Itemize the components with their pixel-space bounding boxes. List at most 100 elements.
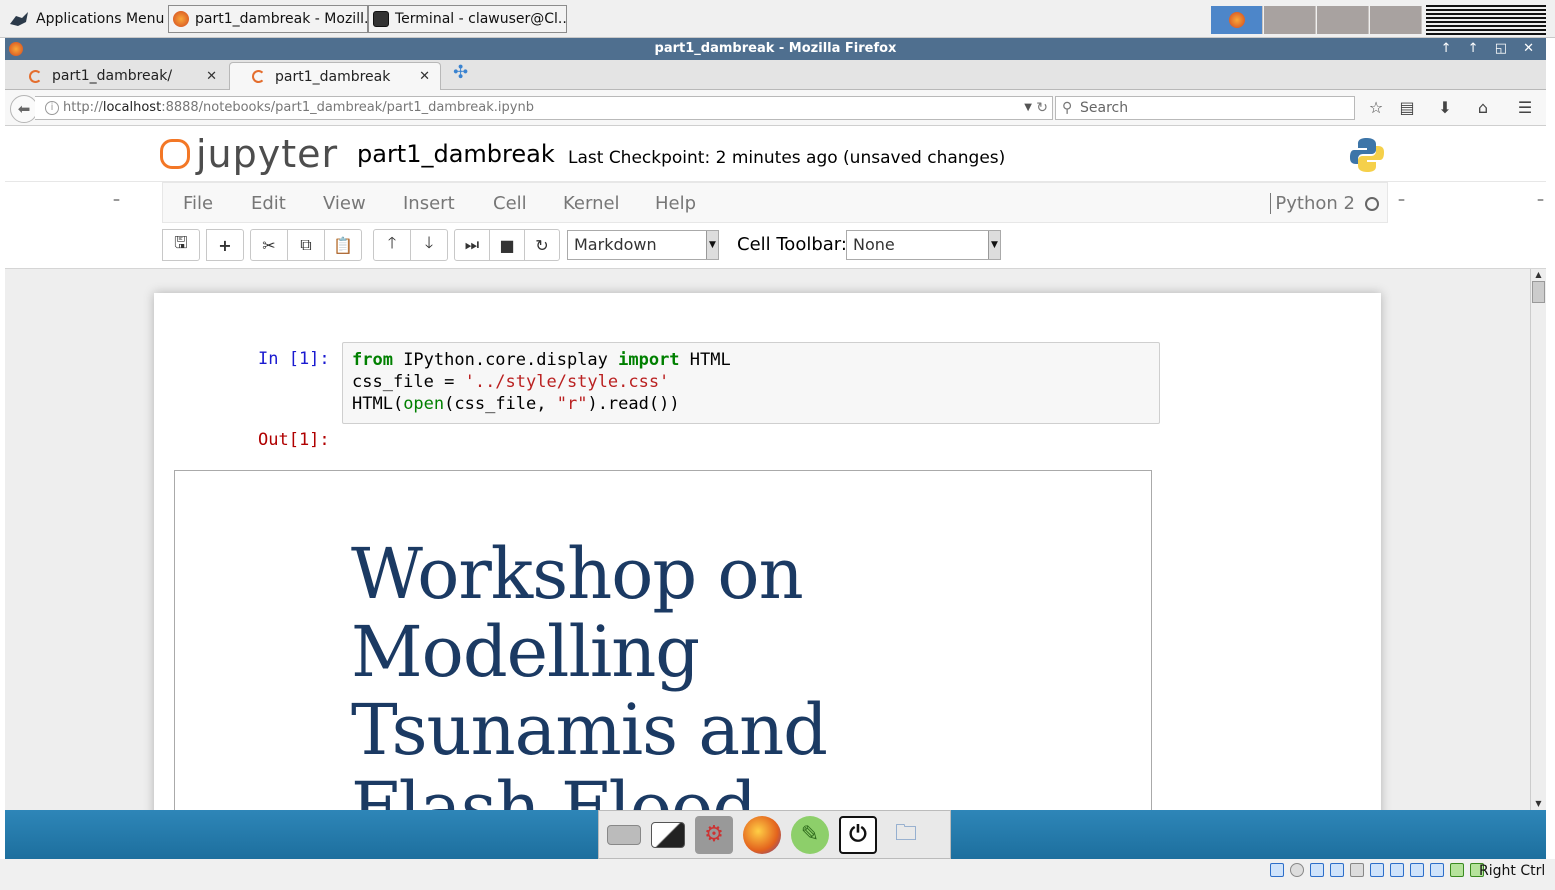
cut-button[interactable]: ✂ [250, 229, 288, 261]
firefox-icon [173, 11, 189, 27]
hamburger-menu-icon[interactable]: ☰ [1514, 97, 1536, 119]
search-input[interactable]: ⚲ Search [1055, 96, 1355, 120]
separator: – [1537, 192, 1544, 208]
cell-type-select[interactable]: Markdown ▼ [567, 230, 719, 260]
usb-icon[interactable] [1350, 863, 1364, 877]
cell-toolbar-label: Cell Toolbar: [737, 234, 847, 255]
dropdown-arrow-icon: ▼ [988, 231, 1000, 259]
vm-status-bar: Right Ctrl [0, 859, 1555, 890]
menu-area: – File Edit View Insert Cell Kernel Help… [5, 181, 1546, 224]
code-token: IPython.core.display [392, 350, 619, 370]
move-down-button[interactable]: 🡓 [410, 229, 448, 261]
refresh-icon: ↻ [535, 235, 549, 255]
tab-part1-dambreak-folder[interactable]: part1_dambreak/ ✕ [7, 62, 227, 90]
insert-cell-button[interactable]: + [206, 229, 244, 261]
taskbar-firefox[interactable]: part1_dambreak - Mozill... [168, 5, 368, 33]
site-info-icon[interactable]: i [45, 101, 59, 115]
loading-icon [252, 70, 265, 83]
menu-kernel[interactable]: Kernel [563, 193, 620, 214]
paste-button[interactable]: 📋 [324, 229, 362, 261]
save-button[interactable]: 🖫 [162, 229, 200, 261]
cpu-icon[interactable] [1430, 863, 1444, 877]
workspace-2[interactable] [1264, 6, 1316, 34]
terminal-icon [373, 11, 389, 27]
url-host: localhost [102, 100, 162, 115]
file-manager-icon[interactable]: ⚙ [695, 815, 733, 854]
vm-status-icons [1270, 863, 1484, 877]
audio-icon[interactable] [1310, 863, 1324, 877]
separator: – [1398, 192, 1405, 208]
home-icon[interactable]: ⌂ [1472, 97, 1494, 119]
jupyter-logo-text: jupyter [196, 132, 339, 176]
reload-icon[interactable]: ↻ [1036, 97, 1048, 119]
menu-edit[interactable]: Edit [251, 193, 286, 214]
shared-folder-icon[interactable] [1370, 863, 1384, 877]
search-placeholder: Search [1080, 100, 1129, 116]
new-tab-icon[interactable]: ✣ [453, 64, 469, 82]
code-token: HTML [679, 350, 731, 370]
power-icon[interactable]: ⏻ [839, 815, 877, 854]
window-controls[interactable]: ↑ ↑ ◱ ✕ [1441, 38, 1540, 60]
notebook-name[interactable]: part1_dambreak [357, 140, 555, 168]
vertical-scrollbar[interactable]: ▲ ▼ [1530, 269, 1546, 810]
code-token: "r" [556, 394, 588, 414]
mouse-logo-icon [10, 12, 28, 26]
show-desktop-icon[interactable] [607, 824, 641, 845]
folder-icon[interactable]: 🗀 [887, 816, 925, 854]
workspace-1[interactable] [1211, 6, 1263, 34]
jupyter-header: jupyter part1_dambreak Last Checkpoint: … [5, 126, 1546, 181]
code-token: HTML( [352, 394, 404, 414]
notebook-toolbar: 🖫 + ✂ ⧉ 📋 🡑 🡓 ⏭ ■ ↻ Markdown ▼ Cell Tool… [5, 224, 1546, 269]
copy-button[interactable]: ⧉ [287, 229, 325, 261]
video-capture-icon[interactable] [1410, 863, 1424, 877]
network-icon[interactable] [1330, 863, 1344, 877]
cell-toolbar-value: None [853, 235, 895, 254]
menu-view[interactable]: View [323, 193, 366, 214]
move-up-button[interactable]: 🡑 [373, 229, 411, 261]
plus-icon: + [218, 235, 232, 255]
run-cell-button[interactable]: ⏭ [454, 229, 490, 261]
bookmark-star-icon[interactable]: ☆ [1365, 97, 1387, 119]
firefox-icon[interactable] [743, 815, 781, 854]
jupyter-logo[interactable]: jupyter [160, 132, 338, 176]
close-tab-icon[interactable]: ✕ [206, 69, 217, 84]
reading-list-icon[interactable]: ▤ [1396, 97, 1418, 119]
workspace-4[interactable] [1370, 6, 1422, 34]
hard-disk-icon[interactable] [1270, 863, 1284, 877]
menu-file[interactable]: File [183, 193, 213, 214]
code-cell-input[interactable]: from IPython.core.display import HTML cs… [342, 342, 1160, 424]
menu-insert[interactable]: Insert [403, 193, 455, 214]
step-forward-icon: ⏭ [464, 235, 480, 254]
dropdown-arrow-icon: ▼ [706, 231, 718, 259]
text-editor-icon[interactable]: ✎ [791, 815, 829, 854]
scroll-down-icon[interactable]: ▼ [1531, 798, 1546, 810]
taskbar-terminal[interactable]: Terminal - clawuser@Cl... [368, 5, 567, 33]
menu-help[interactable]: Help [655, 193, 696, 214]
cell-output: Workshop on Modelling Tsunamis and Flash… [174, 470, 1152, 810]
menu-cell[interactable]: Cell [493, 193, 527, 214]
mouse-integration-icon[interactable] [1450, 863, 1464, 877]
applications-menu-button[interactable]: Applications Menu [8, 5, 164, 33]
workspace-3[interactable] [1317, 6, 1369, 34]
back-button[interactable]: ⬅ [10, 95, 38, 123]
restart-button[interactable]: ↻ [524, 229, 560, 261]
url-input[interactable]: i http://localhost:8888/notebooks/part1_… [35, 96, 1053, 120]
display-icon[interactable] [1390, 863, 1404, 877]
tab-part1-dambreak-notebook[interactable]: part1_dambreak ✕ [229, 62, 441, 90]
code-token: '../style/style.css' [464, 372, 670, 392]
os-top-panel: Applications Menu part1_dambreak - Mozil… [0, 0, 1555, 38]
url-dropdown-icon[interactable]: ▼ [1024, 97, 1032, 119]
arrow-up-icon: 🡑 [387, 232, 397, 252]
scroll-up-icon[interactable]: ▲ [1531, 269, 1546, 281]
interrupt-button[interactable]: ■ [489, 229, 525, 261]
cell-toolbar-select[interactable]: None ▼ [846, 230, 1001, 260]
tab-strip: part1_dambreak/ ✕ part1_dambreak ✕ ✣ [5, 60, 1546, 90]
download-icon[interactable]: ⬇ [1434, 97, 1456, 119]
close-tab-icon[interactable]: ✕ [419, 69, 430, 84]
terminal-icon[interactable] [651, 821, 685, 848]
jupyter-orb-icon [160, 139, 190, 169]
input-prompt: In [1]: [258, 349, 330, 369]
navigation-bar: ⬅ i http://localhost:8888/notebooks/part… [5, 90, 1546, 126]
optical-drive-icon[interactable] [1290, 863, 1304, 877]
scrollbar-thumb[interactable] [1532, 281, 1545, 303]
